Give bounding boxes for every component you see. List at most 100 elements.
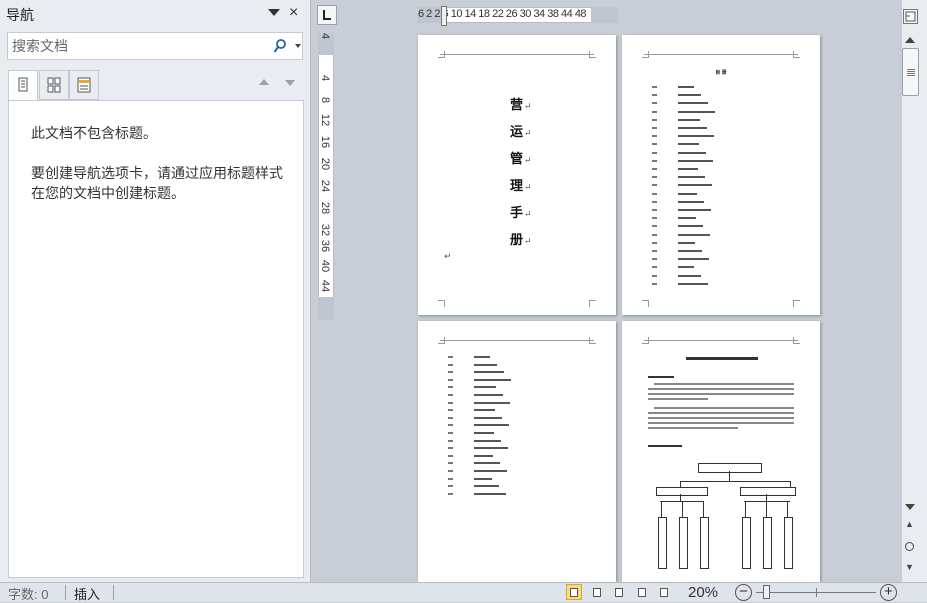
- toc-entry: [474, 394, 503, 396]
- toc-entry-number: [652, 250, 657, 252]
- toc-entry-number: [652, 274, 657, 277]
- ruler-bottom-margin: [318, 297, 334, 320]
- toc-entry: [474, 409, 495, 412]
- toc-entry-number: [448, 356, 453, 358]
- print-layout-icon: [570, 588, 578, 597]
- text-line: [648, 412, 794, 414]
- toc-entry: [678, 209, 711, 211]
- draft-view-button[interactable]: [656, 584, 672, 600]
- cover-title: 营↵ 运↵ 管↵ 理↵ 手↵ 册↵: [510, 98, 532, 248]
- toc-entry: [474, 454, 493, 457]
- scroll-thumb[interactable]: [902, 48, 919, 96]
- vruler-tick: 4: [319, 32, 331, 40]
- insert-mode-indicator[interactable]: 插入: [74, 584, 100, 603]
- text-line: [648, 422, 794, 424]
- toc-entry: [678, 118, 700, 121]
- toc-entry: [474, 470, 507, 472]
- toc-entry-number: [652, 209, 657, 211]
- vruler-tick: 8: [319, 96, 331, 104]
- nav-menu-arrow-icon[interactable]: [268, 9, 280, 16]
- search-icon[interactable]: [273, 38, 287, 54]
- chapter-heading: [686, 357, 758, 360]
- toc-entry-number: [652, 258, 657, 261]
- print-layout-button[interactable]: [566, 584, 582, 600]
- toc-entry-number: [652, 151, 657, 154]
- word-count[interactable]: 字数: 0: [8, 584, 48, 603]
- toc-entry-number: [448, 454, 453, 457]
- tab-selector-button[interactable]: [317, 5, 337, 25]
- next-heading-icon[interactable]: [285, 80, 295, 86]
- tab-headings[interactable]: [8, 70, 38, 101]
- document-page[interactable]: [418, 321, 616, 582]
- document-page[interactable]: 营↵ 运↵ 管↵ 理↵ 手↵ 册↵ ↵: [418, 35, 616, 315]
- toc-entry: [678, 217, 696, 220]
- outline-view-button[interactable]: [634, 584, 650, 600]
- section-heading: [648, 376, 674, 378]
- nav-pane-title: 导航: [6, 7, 34, 23]
- full-screen-reading-button[interactable]: [589, 584, 605, 600]
- toc-entry-number: [448, 363, 453, 366]
- web-layout-button[interactable]: [611, 584, 627, 600]
- browse-object-icon[interactable]: [905, 542, 914, 551]
- toc-entry-number: [448, 386, 453, 389]
- left-tab-icon: [323, 10, 331, 20]
- toc-entry: [474, 477, 492, 480]
- toc-entry-number: [448, 409, 453, 412]
- search-options-chevron-icon[interactable]: [295, 44, 301, 48]
- toc-entry-number: [448, 432, 453, 434]
- toc-entry-number: [652, 110, 657, 113]
- previous-heading-icon[interactable]: [259, 79, 269, 85]
- next-page-icon[interactable]: ▼︎: [905, 562, 914, 572]
- toc-entry-number: [448, 447, 453, 450]
- text-line: [654, 383, 794, 385]
- indent-marker[interactable]: [441, 6, 447, 26]
- headings-tab-icon: [18, 77, 28, 92]
- toc-entry-number: [448, 394, 453, 396]
- toc-entry-number: [448, 462, 453, 465]
- vruler-tick: 16: [319, 135, 331, 149]
- toc-entry-number: [448, 424, 453, 427]
- document-page[interactable]: [622, 321, 820, 582]
- toc-entry-number: [652, 176, 657, 179]
- toc-entry: [474, 363, 497, 366]
- zoom-in-button[interactable]: +: [880, 584, 897, 601]
- zoom-out-button[interactable]: −: [735, 584, 752, 601]
- outline-icon: [638, 588, 646, 597]
- toc-entry: [678, 135, 714, 138]
- tab-pages[interactable]: [39, 70, 69, 100]
- nav-close-icon[interactable]: ×: [289, 3, 298, 23]
- zoom-level[interactable]: 20%: [688, 584, 718, 601]
- text-line: [648, 427, 738, 429]
- toc-entry-number: [652, 143, 657, 146]
- scroll-up-arrow-icon[interactable]: [905, 37, 915, 43]
- toc-entry: [678, 225, 703, 228]
- toc-entry: [678, 151, 706, 154]
- toc-entry: [474, 462, 500, 465]
- cover-char: 册: [510, 233, 524, 248]
- document-page[interactable]: 目 录: [622, 35, 820, 315]
- toc-entry-number: [652, 282, 657, 285]
- toc-entry-number: [652, 86, 657, 88]
- tab-results[interactable]: [69, 70, 99, 100]
- previous-page-icon[interactable]: ▲︎: [905, 519, 914, 529]
- zoom-slider-thumb[interactable]: [763, 585, 770, 599]
- toc-entry-number: [448, 485, 453, 488]
- toc-entry: [678, 94, 701, 97]
- text-line: [654, 407, 794, 409]
- vruler-tick: 28: [319, 201, 331, 215]
- toc-entry: [474, 378, 511, 381]
- cover-char: 运: [510, 125, 524, 140]
- search-input[interactable]: [12, 36, 252, 56]
- toc-entry: [678, 274, 701, 277]
- toc-entry-number: [652, 135, 657, 138]
- toc-entry: [474, 424, 509, 427]
- toc-entry-number: [652, 102, 657, 105]
- toc-entry: [474, 416, 502, 419]
- scroll-down-arrow-icon[interactable]: [905, 504, 915, 510]
- view-ruler-button[interactable]: [903, 9, 918, 24]
- search-box[interactable]: [7, 32, 303, 60]
- toc-entry-number: [652, 94, 657, 97]
- toc-entry-number: [652, 233, 657, 236]
- toc-entry: [678, 168, 698, 170]
- ruler-right-margin: [591, 7, 618, 23]
